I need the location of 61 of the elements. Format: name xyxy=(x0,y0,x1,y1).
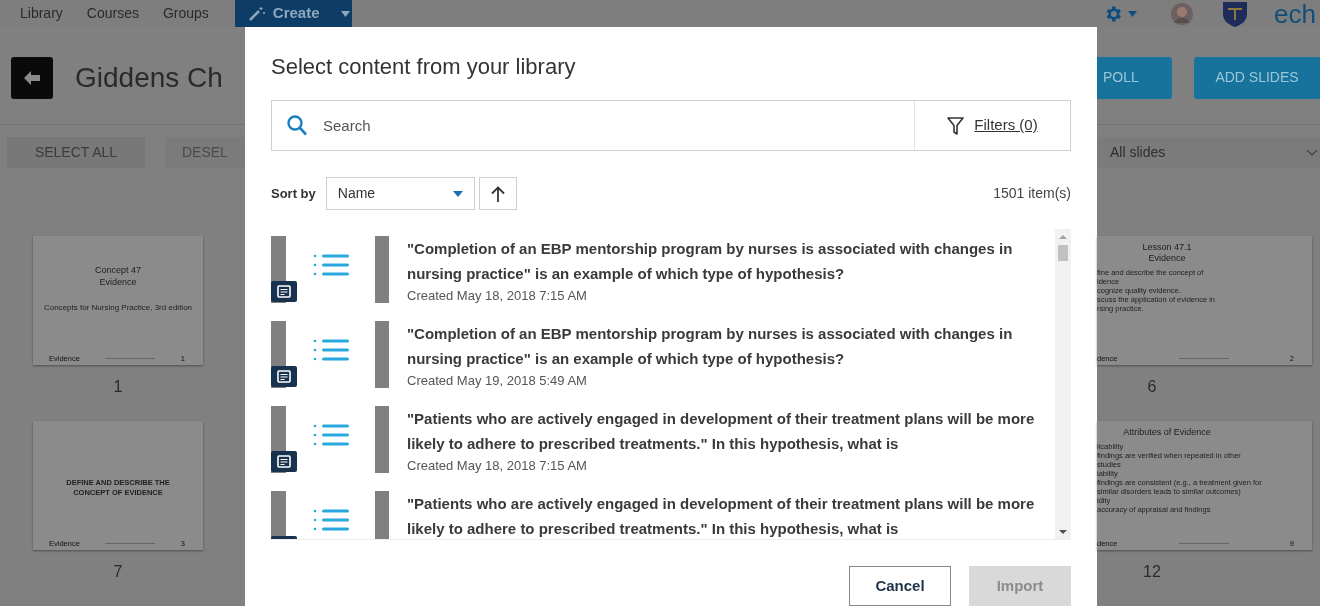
slide-number: 6 xyxy=(1147,377,1157,397)
thumbnail-bar xyxy=(375,236,389,303)
caret-icon xyxy=(452,190,463,197)
created-date: Created May 18, 2018 7:15 AM xyxy=(407,457,588,475)
logo: ech xyxy=(1274,0,1316,27)
question-text: "Completion of an EBP mentorship program by nurses is associated with changes in nursing practice" is an example of which type of hypothesis? xyxy=(407,239,1014,284)
question-text: "Completion of an EBP mentorship program by nurses is associated with changes in nursing practice" is an example of which type of hypothesis? xyxy=(407,324,1014,369)
add-slides-button[interactable]: ADD SLIDES xyxy=(1194,56,1320,99)
magic-wand-icon xyxy=(248,6,266,21)
thumbnail-bar xyxy=(375,491,389,539)
note-icon xyxy=(271,281,297,302)
slide-number: 7 xyxy=(113,562,123,582)
filters-button[interactable]: Filters (0) xyxy=(915,114,1070,137)
sort-dropdown[interactable]: Name xyxy=(325,177,475,210)
thumbnail-bar xyxy=(375,406,389,473)
library-item[interactable]: "Completion of an EBP mentorship program by nurses is associated with changes in nursing practice" is an example of which type of hypothesis? Created May 19, 2018 5:49 AM xyxy=(271,321,1055,406)
nav-link[interactable]: Groups xyxy=(162,3,209,24)
caret-icon[interactable] xyxy=(1128,10,1138,17)
slide-thumbnail[interactable] xyxy=(1097,421,1312,550)
slide-number: 12 xyxy=(1143,562,1161,582)
slide-number: 1 xyxy=(113,377,123,397)
search-field[interactable]: Search xyxy=(323,110,914,141)
avatar[interactable] xyxy=(1171,2,1194,25)
arrow-up-icon xyxy=(490,185,505,202)
search-bar[interactable]: Search Filters (0) xyxy=(271,100,1071,151)
create-button[interactable]: Create xyxy=(234,0,352,27)
chevron-down-icon xyxy=(1306,149,1318,156)
question-text: "Patients who are actively engaged in development of their treatment plans will be more likely to adhere to prescribed treatments." In this hypothesis, what is xyxy=(407,409,1036,454)
scrollbar-thumb[interactable] xyxy=(1058,245,1068,261)
filter-icon xyxy=(947,116,965,135)
item-count: 1501 item(s) xyxy=(993,184,1071,203)
arrow-left-icon xyxy=(24,70,40,85)
slide-title: Attributes of Evidence xyxy=(1122,427,1212,438)
presentation-title: Giddens Ch xyxy=(75,60,223,95)
slide-title: Concept 47 Evidence xyxy=(94,264,141,288)
scroll-down-icon[interactable] xyxy=(1059,529,1067,535)
library-item[interactable]: "Completion of an EBP mentorship program by nurses is associated with changes in nursing practice" is an example of which type of hypothesis? Created May 18, 2018 7:15 AM xyxy=(271,236,1055,321)
library-item[interactable]: "Patients who are actively engaged in development of their treatment plans will be more likely to adhere to prescribed treatments." In this hypothesis, what is xyxy=(271,491,1055,539)
question-text: "Patients who are actively engaged in development of their treatment plans will be more likely to adhere to prescribed treatments." In this hypothesis, what is xyxy=(407,494,1036,539)
scroll-up-icon[interactable] xyxy=(1059,234,1067,240)
note-icon xyxy=(271,366,297,387)
sort-direction-button[interactable] xyxy=(478,177,517,210)
slide-subtitle: Concepts for Nursing Practice, 3rd edition xyxy=(43,302,193,314)
search-icon xyxy=(287,115,307,136)
dialog-title: Select content from your library xyxy=(271,54,577,80)
thumbnail-bar xyxy=(375,321,389,388)
created-date: Created May 18, 2018 7:15 AM xyxy=(407,287,588,305)
poll-button[interactable]: POLL xyxy=(1097,56,1172,99)
sort-label: Sort by xyxy=(271,184,316,203)
shield-icon xyxy=(1222,0,1249,28)
cancel-button[interactable]: Cancel xyxy=(849,566,951,606)
slide-filter-dropdown[interactable]: All slides xyxy=(1097,137,1320,168)
back-button[interactable] xyxy=(11,56,53,99)
thumbnail-bar xyxy=(271,491,286,539)
nav-link[interactable]: Courses xyxy=(86,3,139,24)
nav-link[interactable]: Library xyxy=(20,3,63,24)
library-item[interactable]: "Patients who are actively engaged in development of their treatment plans will be more likely to adhere to prescribed treatments." In this hypothesis, what is Created May 18, 2018 7:15 AM xyxy=(271,406,1055,491)
note-icon xyxy=(271,451,297,472)
created-date: Created May 19, 2018 5:49 AM xyxy=(407,372,588,390)
slide-title: Lesson 47.1 Evidence xyxy=(1141,242,1193,264)
caret-icon xyxy=(340,10,350,17)
